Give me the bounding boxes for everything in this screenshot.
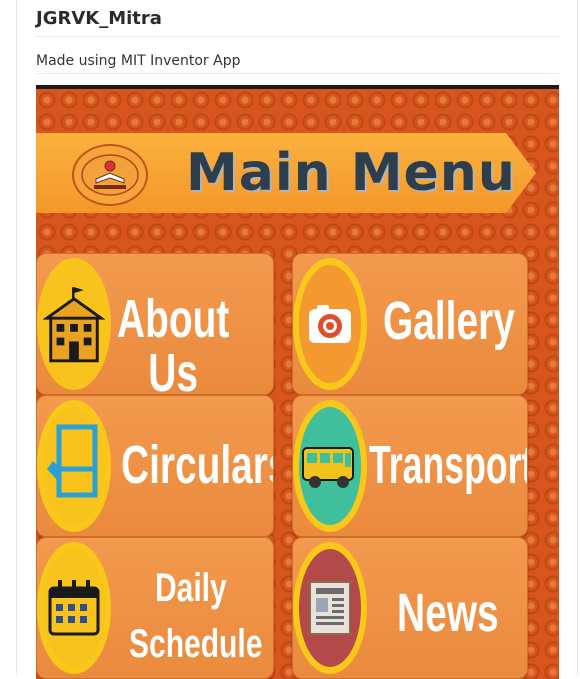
gallery-label: Gallery bbox=[383, 291, 515, 351]
daily-label: Daily bbox=[155, 566, 227, 610]
about-us-label: About Us bbox=[117, 289, 230, 395]
newspaper-icon bbox=[309, 581, 351, 635]
main-menu-title: Main Menu bbox=[186, 143, 516, 203]
app-screen: Main Menu About Us Gallery Circulars Tra… bbox=[36, 85, 559, 679]
school-logo-icon bbox=[72, 144, 148, 206]
transport-label: Transport bbox=[369, 435, 528, 495]
transport-button[interactable]: Transport bbox=[292, 395, 528, 537]
school-building-icon bbox=[43, 287, 105, 363]
calendar-icon bbox=[48, 580, 100, 636]
page-title: JGRVK_Mitra bbox=[36, 8, 162, 29]
news-label: News bbox=[397, 583, 499, 643]
document-pencil-icon bbox=[47, 424, 98, 498]
news-button[interactable]: News bbox=[292, 537, 528, 679]
divider bbox=[36, 36, 560, 37]
circulars-label: Circulars bbox=[121, 435, 274, 495]
daily-schedule-button[interactable]: Daily Schedule bbox=[36, 537, 274, 679]
circulars-button[interactable]: Circulars bbox=[36, 395, 274, 537]
gallery-button[interactable]: Gallery bbox=[292, 253, 528, 395]
schedule-label: Schedule bbox=[129, 622, 263, 666]
bus-icon bbox=[302, 447, 354, 488]
camera-icon bbox=[309, 305, 351, 343]
divider bbox=[36, 73, 560, 74]
page-subtitle: Made using MIT Inventor App bbox=[36, 53, 241, 69]
about-us-button[interactable]: About Us bbox=[36, 253, 274, 395]
